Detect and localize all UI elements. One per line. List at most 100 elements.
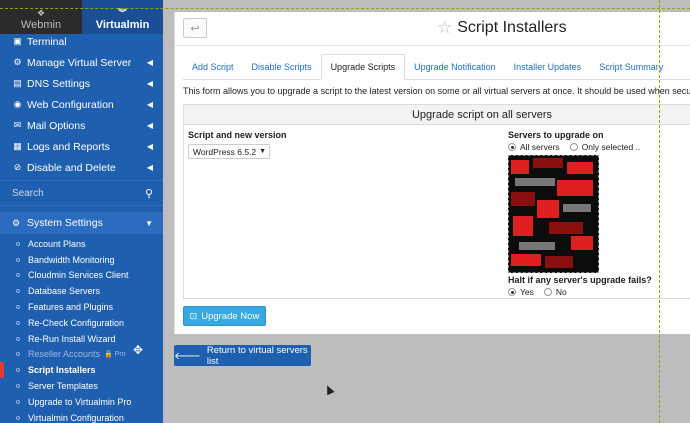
list-artifact (515, 178, 555, 186)
chevron-down-icon: ▼ (145, 218, 153, 228)
search-icon[interactable]: ⚲ (145, 187, 153, 200)
list-artifact (537, 200, 559, 218)
list-artifact (549, 222, 583, 234)
radio-halt-yes[interactable] (508, 288, 516, 296)
sidebar-item-terminal[interactable]: ▣ Terminal (0, 31, 163, 52)
return-button-label: Return to virtual servers list (206, 344, 308, 367)
list-artifact (567, 162, 593, 174)
radio-all-servers[interactable] (508, 143, 516, 151)
halt-label: Halt if any server's upgrade fails? (508, 275, 652, 285)
sidebar-subitem-label: Re-Run Install Wizard (28, 333, 116, 344)
sidebar-item-disable-and-delete[interactable]: ⊘ Disable and Delete ◀ (0, 157, 163, 178)
sidebar-search-input[interactable]: Search ⚲ (0, 180, 163, 206)
upgrade-now-button[interactable]: ⊡ Upgrade Now (183, 306, 266, 326)
chevron-left-icon: ◀ (146, 163, 153, 172)
upgrade-now-label: Upgrade Now (201, 310, 260, 322)
webmin-logo-icon: ❖ (36, 8, 46, 18)
radio-only-selected[interactable] (569, 143, 578, 151)
tab-upgrade-notification[interactable]: Upgrade Notification (405, 55, 505, 79)
script-version-select[interactable]: WordPress 6.5.2 ▼ (188, 144, 270, 159)
sidebar-item-label: Logs and Reports (27, 140, 110, 153)
arrow-left-icon: 🡐 (174, 350, 201, 362)
gear-icon: ⚙ (12, 217, 21, 228)
box-title: Upgrade script on all servers (184, 105, 690, 125)
chevron-left-icon: ◀ (146, 142, 153, 151)
list-artifact (545, 256, 573, 268)
move-cursor-icon: ✥ (133, 343, 144, 357)
radio-halt-no[interactable] (543, 288, 552, 296)
tab-webmin[interactable]: ❖ Webmin (0, 0, 82, 34)
pro-badge-label: Pro (114, 351, 126, 359)
back-button[interactable]: ↩ (183, 18, 207, 38)
tab-disable-scripts[interactable]: Disable Scripts (243, 55, 321, 79)
sidebar-item-label: Manage Virtual Server (27, 56, 132, 69)
sidebar-subitem-label: Server Templates (28, 381, 98, 392)
sidebar-item-web-configuration[interactable]: ◉ Web Configuration ◀ (0, 94, 163, 115)
sidebar-subitem-label: Features and Plugins (28, 302, 114, 313)
sidebar-item-logs-and-reports[interactable]: ▦ Logs and Reports ◀ (0, 136, 163, 157)
sidebar-subitem-server-templates[interactable]: Server Templates (0, 378, 163, 394)
tab-virtualmin[interactable]: ︾ Virtualmin (82, 0, 163, 34)
pro-badge: 🔒 Pro (104, 351, 126, 359)
bullet-icon (16, 305, 20, 310)
disable-icon: ⊘ (13, 162, 22, 172)
bullet-icon (16, 352, 20, 357)
radio-halt-no-label: No (555, 287, 567, 297)
sidebar-subitem-label: Script Installers (28, 365, 96, 376)
logs-icon: ▦ (13, 141, 22, 151)
bullet-icon (16, 336, 20, 341)
sidebar-subitem-features-and-plugins[interactable]: Features and Plugins (0, 299, 163, 315)
sidebar-subitem-cloudmin-services-client[interactable]: Cloudmin Services Client (0, 268, 163, 284)
sidebar-subitem-virtualmin-configuration[interactable]: Virtualmin Configuration (0, 410, 163, 423)
page-title: ☆ Script Installers (437, 18, 567, 38)
list-artifact (557, 180, 593, 196)
selection-border-right (659, 0, 660, 423)
star-icon[interactable]: ☆ (437, 18, 452, 38)
page-title-text: Script Installers (457, 19, 567, 36)
virtualmin-logo-icon: ︾ (117, 8, 127, 18)
tab-bar: Add Script Disable Scripts Upgrade Scrip… (183, 54, 690, 80)
sidebar-item-system-settings[interactable]: ⚙ System Settings ▼ (0, 212, 163, 234)
server-list-select[interactable] (508, 155, 599, 273)
script-column: Script and new version WordPress 6.5.2 ▼ (188, 130, 287, 159)
chevron-left-icon: ◀ (146, 100, 153, 109)
tab-virtualmin-label: Virtualmin (95, 19, 150, 31)
bullet-icon (16, 368, 20, 373)
list-artifact (513, 216, 533, 236)
tab-upgrade-scripts[interactable]: Upgrade Scripts (320, 54, 406, 80)
upgrade-icon: ⊡ (189, 310, 198, 321)
sidebar-item-dns-settings[interactable]: ▤ DNS Settings ◀ (0, 73, 163, 94)
script-label: Script and new version (188, 130, 287, 140)
list-artifact (563, 204, 591, 212)
sidebar-subitem-label: Account Plans (28, 238, 86, 249)
sidebar-item-mail-options[interactable]: ✉ Mail Options ◀ (0, 115, 163, 136)
terminal-icon: ▣ (13, 36, 22, 46)
sidebar-subitem-database-servers[interactable]: Database Servers (0, 283, 163, 299)
servers-label: Servers to upgrade on (508, 130, 604, 140)
sidebar-subitem-script-installers[interactable]: Script Installers (0, 362, 163, 378)
radio-all-servers-label: All servers (520, 142, 560, 152)
sidebar-subitem-recheck-configuration[interactable]: Re-Check Configuration (0, 315, 163, 331)
sidebar-item-label: Web Configuration (27, 98, 114, 111)
script-version-value: WordPress 6.5.2 (193, 146, 257, 157)
bullet-icon (16, 320, 20, 325)
sidebar-subitem-label: Upgrade to Virtualmin Pro (28, 396, 132, 407)
servers-radio-group: All servers Only selected .. (508, 142, 652, 152)
radio-halt-yes-label: Yes (520, 287, 534, 297)
back-arrow-icon: ↩ (190, 22, 200, 35)
sidebar-subitem-account-plans[interactable]: Account Plans (0, 236, 163, 252)
dropdown-arrow-icon: ▼ (259, 148, 266, 155)
tab-add-script[interactable]: Add Script (183, 55, 243, 79)
tab-installer-updates[interactable]: Installer Updates (505, 55, 591, 79)
return-button[interactable]: 🡐 Return to virtual servers list (174, 344, 311, 367)
servers-column: Servers to upgrade on All servers Only s… (508, 130, 652, 297)
sidebar-subitem-upgrade-to-virtualmin-pro[interactable]: Upgrade to Virtualmin Pro (0, 394, 163, 410)
chevron-left-icon: ◀ (146, 79, 153, 88)
sidebar-item-manage-virtual-server[interactable]: ⚙ Manage Virtual Server ◀ (0, 52, 163, 73)
upgrade-form-box: Upgrade script on all servers Script and… (183, 104, 690, 299)
sidebar-subitem-label: Reseller Accounts (28, 349, 101, 360)
sidebar-item-label: Terminal (27, 35, 67, 48)
sidebar-subitem-bandwidth-monitoring[interactable]: Bandwidth Monitoring (0, 252, 163, 268)
dns-icon: ▤ (13, 78, 22, 88)
mail-icon: ✉ (13, 120, 22, 130)
